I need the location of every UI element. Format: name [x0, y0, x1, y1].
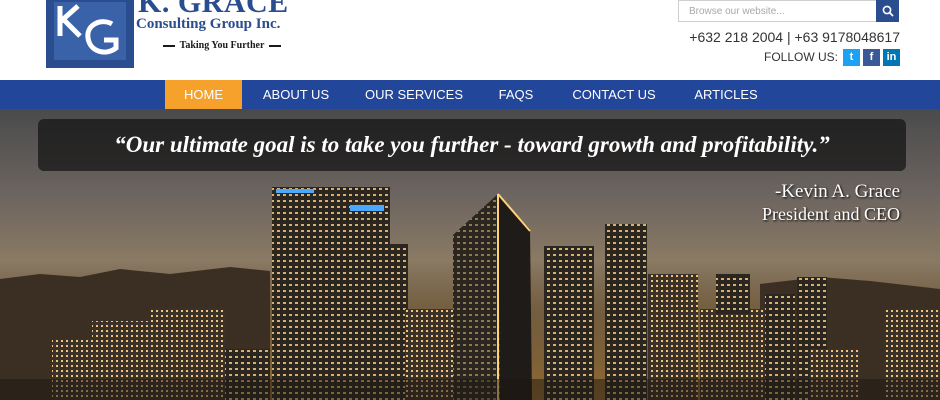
- tagline-dash-left: [163, 44, 175, 47]
- hero-banner: “Our ultimate goal is to take you furthe…: [0, 109, 940, 400]
- tagline-text: Taking You Further: [179, 40, 265, 51]
- main-navigation: HOME ABOUT US OUR SERVICES FAQS CONTACT …: [0, 80, 940, 109]
- quote-author: -Kevin A. Grace President and CEO: [762, 181, 900, 225]
- nav-articles[interactable]: ARTICLES: [683, 80, 769, 109]
- author-name: -Kevin A. Grace: [774, 181, 900, 202]
- search-button[interactable]: [876, 0, 899, 22]
- follow-label: FOLLOW US:: [763, 50, 838, 64]
- hero-quote-box: “Our ultimate goal is to take you furthe…: [38, 119, 906, 171]
- nav-our-services[interactable]: OUR SERVICES: [358, 80, 470, 109]
- company-subtitle: Consulting Group Inc.: [136, 16, 281, 32]
- linkedin-icon[interactable]: in: [883, 48, 900, 66]
- search-icon: [882, 5, 894, 17]
- site-header: K. GRACE Consulting Group Inc. Taking Yo…: [0, 0, 940, 80]
- nav-home[interactable]: HOME: [165, 80, 242, 109]
- follow-us: FOLLOW US: t f in: [764, 48, 900, 66]
- nav-about-us[interactable]: ABOUT US: [250, 80, 342, 109]
- nav-contact-us[interactable]: CONTACT US: [562, 80, 666, 109]
- hero-quote: “Our ultimate goal is to take you furthe…: [114, 132, 830, 157]
- company-tagline: Taking You Further: [163, 40, 281, 51]
- search-box: [678, 0, 899, 22]
- facebook-icon[interactable]: f: [863, 48, 880, 66]
- phone-numbers: +632 218 2004 | +63 9178048617: [689, 29, 900, 45]
- author-role: President and CEO: [762, 204, 900, 224]
- nav-faqs[interactable]: FAQS: [487, 80, 545, 109]
- tagline-dash-right: [269, 44, 281, 47]
- search-input[interactable]: [679, 1, 875, 21]
- company-logo[interactable]: [46, 0, 134, 68]
- logo-monogram-icon: [50, 0, 130, 64]
- twitter-icon[interactable]: t: [843, 48, 860, 66]
